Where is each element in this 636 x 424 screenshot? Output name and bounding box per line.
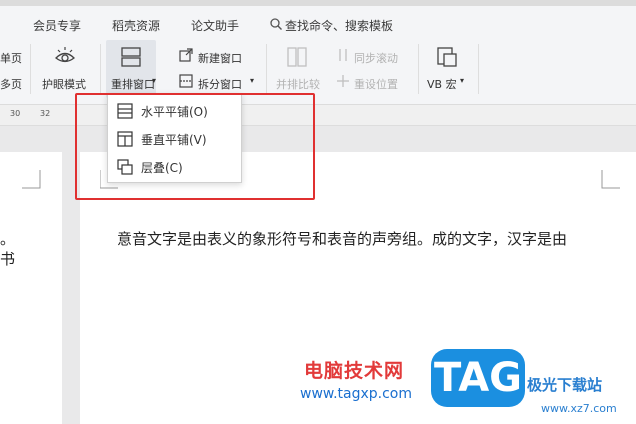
eye-mode-button[interactable]: 护眼模式	[42, 76, 86, 92]
split-window-icon	[179, 74, 193, 88]
chevron-down-icon: ▾	[152, 76, 157, 85]
document-page-left[interactable]: 。 书	[0, 152, 62, 424]
search-icon	[270, 18, 282, 30]
new-window-button[interactable]: 新建窗口	[198, 50, 242, 66]
single-page-button[interactable]: 单页	[0, 50, 22, 66]
search-command-label: 查找命令、搜索模板	[285, 19, 394, 33]
divider	[266, 44, 267, 94]
new-window-icon	[179, 48, 193, 62]
arrange-window-label: 重排窗口	[111, 78, 155, 91]
vb-macro-button[interactable]: VB 宏	[427, 76, 457, 92]
eye-icon	[55, 47, 75, 63]
ruler-tick-label: 32	[40, 109, 51, 118]
watermark-site: 极光下载站	[527, 376, 603, 394]
divider	[30, 44, 31, 94]
watermark-site-url: www.xz7.com	[541, 402, 617, 415]
tab-member[interactable]: 会员专享	[33, 17, 81, 34]
divider	[418, 44, 419, 94]
split-window-button[interactable]: 拆分窗口	[198, 76, 242, 92]
compare-button[interactable]: 并排比较	[276, 76, 320, 92]
chevron-down-icon: ▾	[460, 76, 465, 85]
tab-paper[interactable]: 论文助手	[191, 17, 239, 34]
document-text: 。	[0, 230, 16, 248]
reset-position-icon	[337, 75, 349, 87]
highlight-box	[75, 93, 315, 200]
watermark-logo: TAG	[431, 349, 525, 407]
margin-corner-mark	[22, 170, 41, 189]
watermark-url: www.tagxp.com	[300, 386, 412, 402]
menu-tab-bar: 会员专享 稻壳资源 论文助手 查找命令、搜索模板	[0, 6, 636, 36]
divider	[478, 44, 479, 94]
macro-icon	[437, 47, 457, 67]
divider	[100, 44, 101, 94]
sync-scroll-button[interactable]: 同步滚动	[354, 50, 398, 66]
arrange-window-icon	[121, 47, 141, 67]
multi-page-button[interactable]: 多页	[0, 76, 22, 92]
ruler-tick-label: 30	[10, 109, 21, 118]
arrange-window-button[interactable]: 重排窗口 ▾	[106, 40, 156, 98]
compare-icon	[287, 47, 307, 67]
document-text: 书	[0, 250, 16, 268]
watermark-text: 电脑技术网	[304, 360, 405, 382]
reset-position-button[interactable]: 重设位置	[354, 76, 398, 92]
chevron-down-icon: ▾	[250, 76, 255, 85]
margin-corner-mark	[601, 170, 620, 189]
tab-docer[interactable]: 稻壳资源	[112, 17, 160, 34]
document-text: 意音文字是由表义的象形符号和表音的声旁组。成的文字，汉字是由	[117, 230, 568, 248]
sync-scroll-icon	[339, 49, 347, 61]
search-command[interactable]: 查找命令、搜索模板	[270, 17, 393, 34]
